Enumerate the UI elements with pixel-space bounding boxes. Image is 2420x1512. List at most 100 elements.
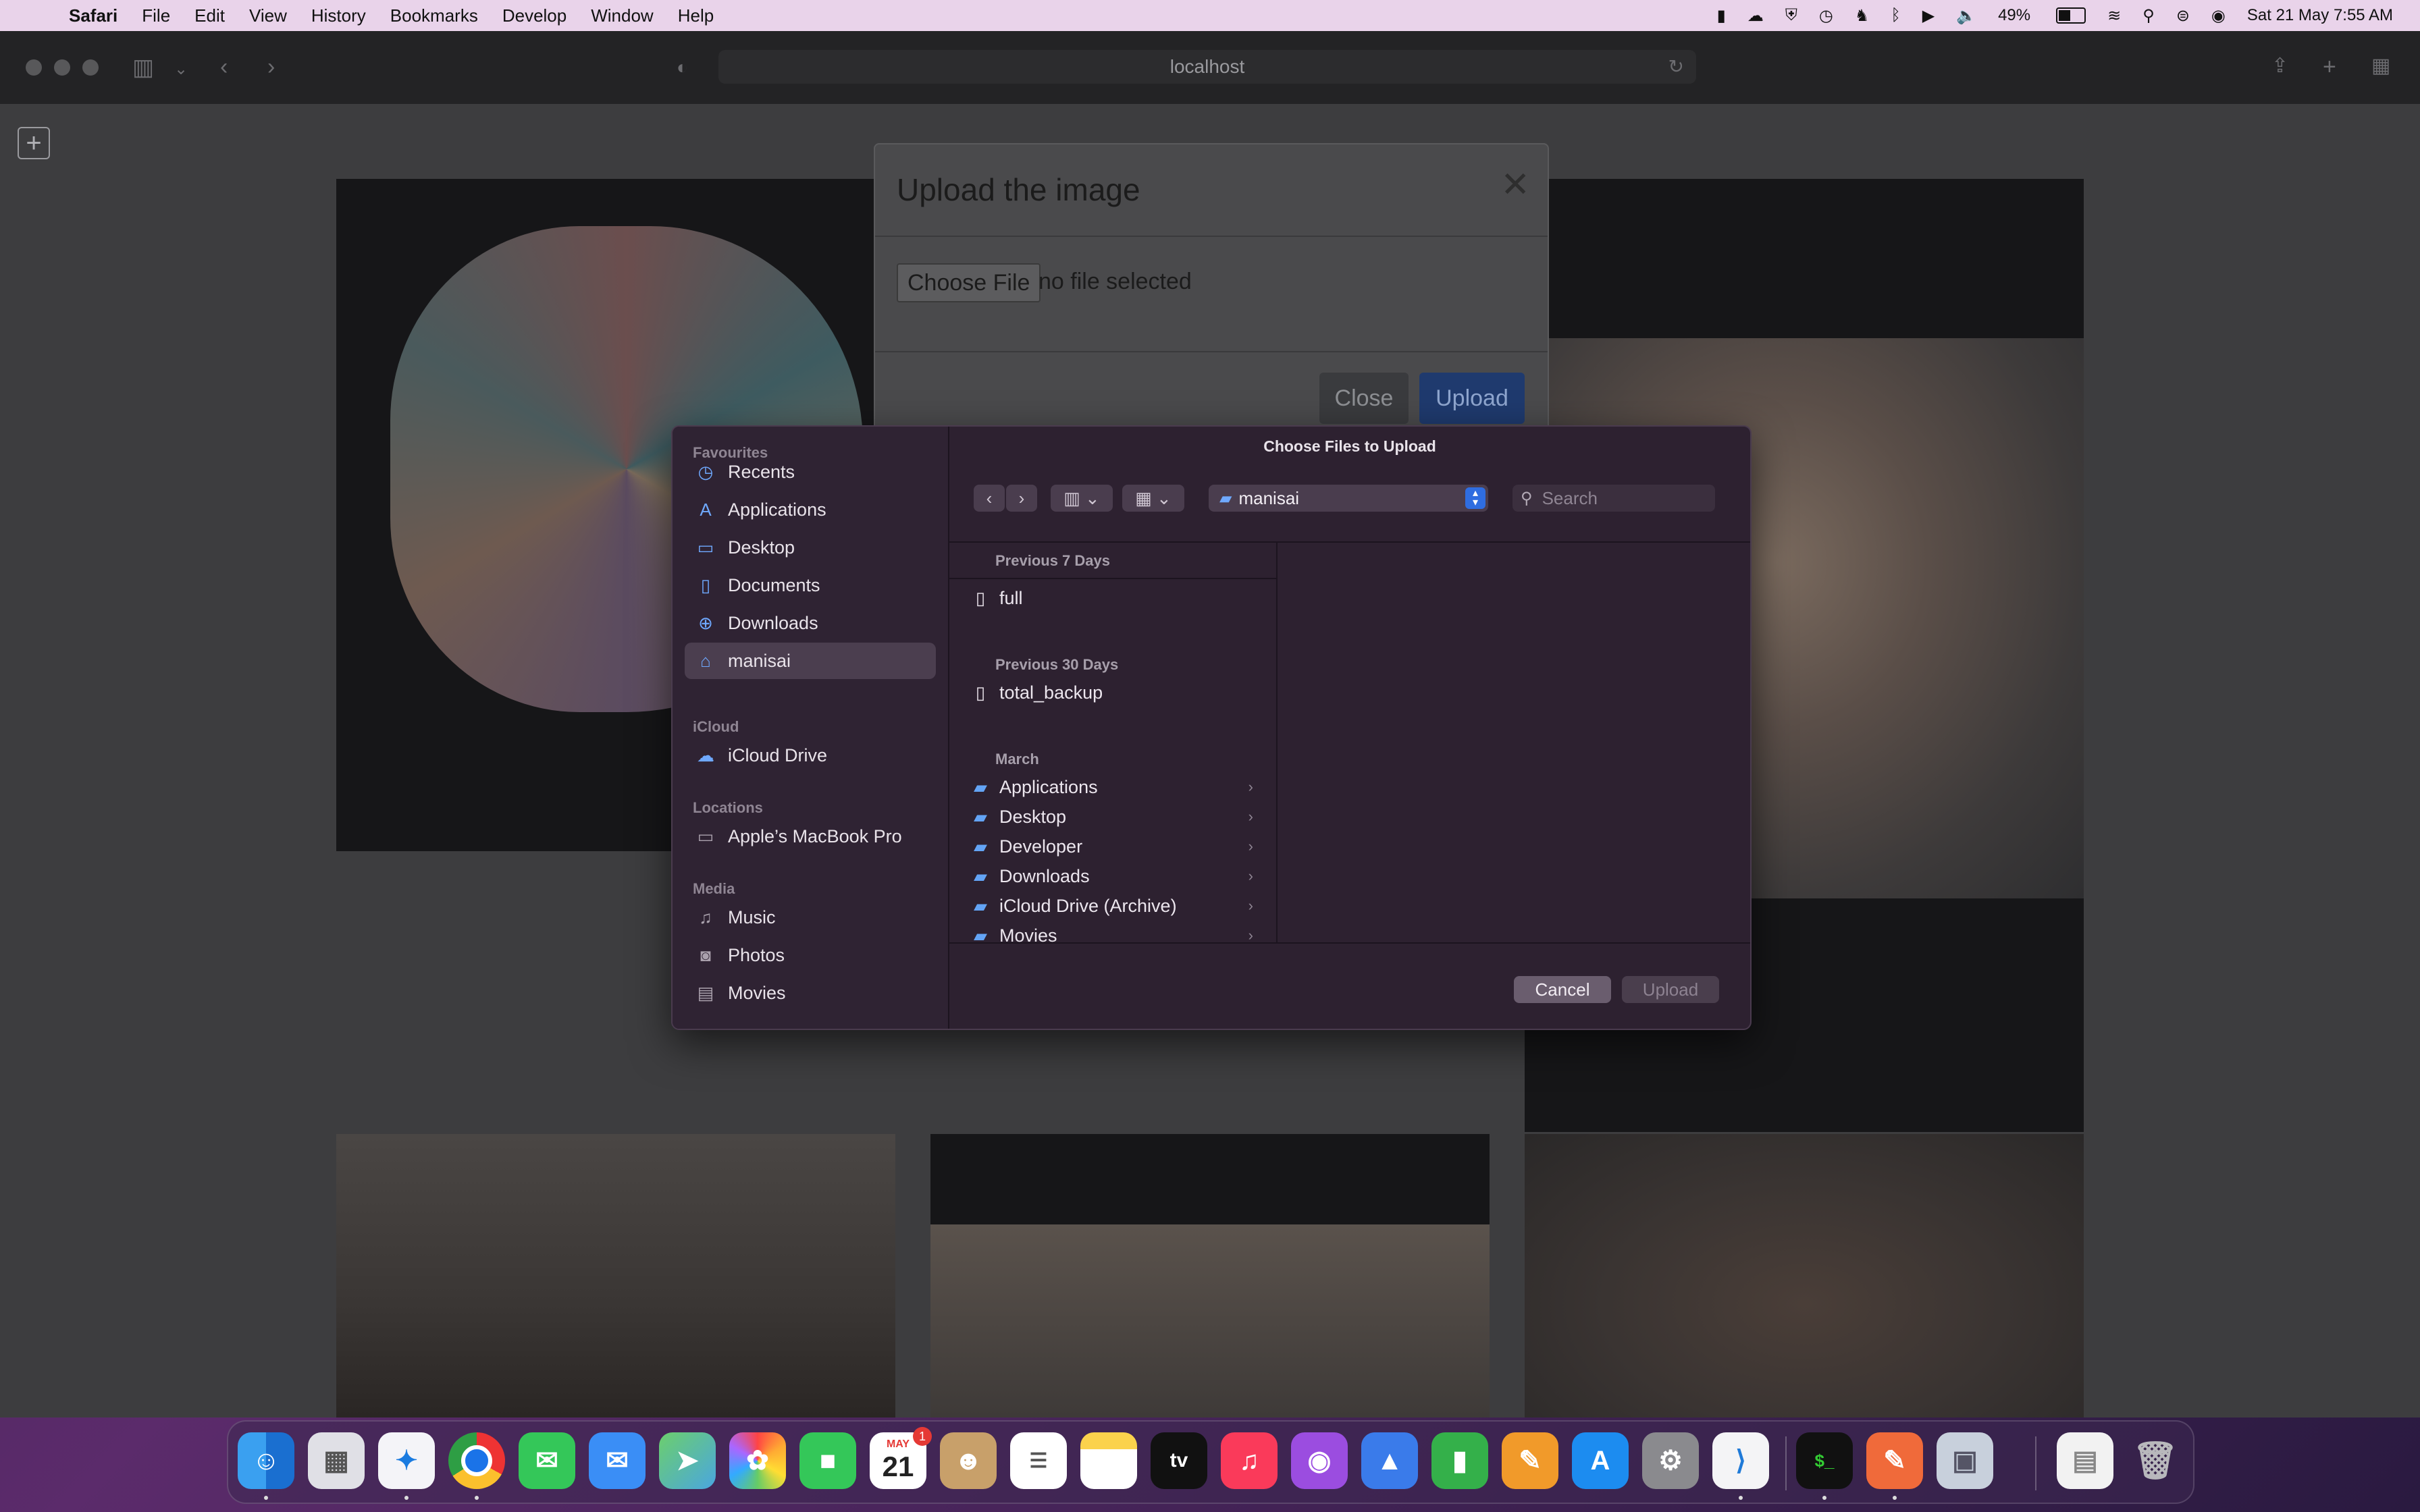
modal-close-icon[interactable]: ✕	[1500, 165, 1530, 205]
choose-file-button[interactable]: Choose File	[897, 263, 1041, 302]
pages-icon[interactable]: ✎	[1502, 1432, 1558, 1489]
chevron-down-icon[interactable]: ⌄	[174, 59, 188, 79]
numbers-icon[interactable]: ▮	[1431, 1432, 1488, 1489]
menu-bookmarks[interactable]: Bookmarks	[390, 5, 478, 26]
clock-datetime[interactable]: Sat 21 May 7:55 AM	[2247, 6, 2393, 25]
reminders-icon[interactable]: ☰	[1010, 1432, 1067, 1489]
menu-file[interactable]: File	[142, 5, 170, 26]
document-stack-icon[interactable]: ▤	[2057, 1432, 2113, 1489]
elephant-icon[interactable]: ♞	[1855, 6, 1870, 26]
music-app-icon[interactable]: ♫	[1221, 1432, 1278, 1489]
menu-develop[interactable]: Develop	[502, 5, 567, 26]
launchpad-icon[interactable]: ▦	[308, 1432, 365, 1489]
apple-menu-icon[interactable]	[26, 5, 46, 26]
file-chooser-dialog: Favourites ◷ Recents A Applications ▭ Deskt…	[671, 425, 1752, 1030]
sketch-icon[interactable]: ✎	[1866, 1432, 1923, 1489]
file-row-total-backup[interactable]: ▯ total_backup	[972, 678, 1263, 707]
trash-icon[interactable]: 🗑	[2127, 1432, 2184, 1489]
folder-row-icloud-archive[interactable]: ▰ iCloud Drive (Archive) ›	[972, 891, 1263, 921]
sidebar-item-music[interactable]: ♫ Music	[685, 899, 936, 936]
view-mode-button[interactable]: ▥ ⌄	[1051, 485, 1113, 512]
search-input[interactable]: ⚲ Search	[1512, 485, 1715, 512]
folder-row-developer[interactable]: ▰ Developer ›	[972, 832, 1263, 861]
sidebar-toggle-icon[interactable]: ▮	[1717, 6, 1726, 26]
weather-icon[interactable]: ☁	[1747, 6, 1764, 26]
photos-icon[interactable]: ✿	[729, 1432, 786, 1489]
volume-icon[interactable]: 🔈	[1956, 6, 1976, 26]
podcasts-icon[interactable]: ◉	[1291, 1432, 1348, 1489]
play-icon[interactable]: ▶	[1922, 6, 1935, 26]
shield-icon[interactable]: ⛨	[1785, 6, 1797, 25]
messages-icon[interactable]: ✉	[519, 1432, 575, 1489]
menu-help[interactable]: Help	[678, 5, 714, 26]
reload-icon[interactable]: ↻	[1668, 55, 1684, 78]
tv-icon[interactable]: tv	[1151, 1432, 1207, 1489]
contacts-icon[interactable]: ☻	[940, 1432, 997, 1489]
back-nav-button[interactable]: ‹	[974, 485, 1005, 512]
sidebar-item-macbook[interactable]: ▭ Apple’s MacBook Pro	[685, 818, 936, 855]
sidebar-item-downloads[interactable]: ⊕ Downloads	[685, 605, 936, 641]
address-bar[interactable]: localhost ↻	[718, 50, 1696, 84]
safari-icon[interactable]: ✦	[378, 1432, 435, 1489]
group-mode-button[interactable]: ▦ ⌄	[1122, 485, 1184, 512]
finder-icon[interactable]: ☺	[238, 1432, 294, 1489]
control-center-icon[interactable]: ⊜	[2176, 6, 2190, 26]
preview-icon[interactable]: ▣	[1937, 1432, 1993, 1489]
sidebar-item-documents[interactable]: ▯ Documents	[685, 567, 936, 603]
sidebar-item-applications[interactable]: A Applications	[685, 491, 936, 528]
sidebar-icon[interactable]: ▥	[132, 54, 154, 81]
tab-overview-icon[interactable]: ▦	[2371, 54, 2390, 78]
forward-nav-button[interactable]: ›	[1006, 485, 1037, 512]
add-image-button[interactable]: +	[18, 127, 50, 159]
menu-app-safari[interactable]: Safari	[69, 5, 117, 26]
new-tab-icon[interactable]: +	[2323, 54, 2336, 80]
location-popup[interactable]: ▰ manisai ▴ ▾	[1209, 485, 1488, 512]
terminal-icon[interactable]: $_	[1796, 1432, 1853, 1489]
vscode-icon[interactable]: ⟩	[1712, 1432, 1769, 1489]
sidebar-item-manisai[interactable]: ⌂ manisai	[685, 643, 936, 679]
folder-row-movies[interactable]: ▰ Movies ›	[972, 921, 1263, 943]
modal-close-button[interactable]: Close	[1319, 373, 1409, 424]
facetime-icon[interactable]: ■	[799, 1432, 856, 1489]
sidebar-item-recents[interactable]: ◷ Recents	[685, 454, 936, 490]
sidebar-item-icloud-drive[interactable]: ☁ iCloud Drive	[685, 737, 936, 774]
menu-edit[interactable]: Edit	[194, 5, 225, 26]
share-icon[interactable]: ⇪	[2271, 54, 2288, 78]
system-preferences-icon[interactable]: ⚙	[1642, 1432, 1699, 1489]
spotlight-search-icon[interactable]: ⚲	[2142, 6, 2155, 26]
wifi-icon[interactable]: ≋	[2107, 6, 2121, 26]
sidebar-item-desktop[interactable]: ▭ Desktop	[685, 529, 936, 566]
privacy-report-icon[interactable]: ◐	[677, 57, 688, 78]
battery-icon[interactable]	[2052, 7, 2086, 24]
menu-history[interactable]: History	[311, 5, 366, 26]
clock-status-icon[interactable]: ◷	[1819, 6, 1833, 26]
folder-row-applications[interactable]: ▰ Applications ›	[972, 772, 1263, 802]
close-window-button[interactable]	[26, 59, 42, 76]
keynote-icon[interactable]: ▲	[1361, 1432, 1418, 1489]
forward-icon[interactable]: ›	[267, 54, 275, 80]
notes-icon[interactable]	[1080, 1432, 1137, 1489]
bluetooth-icon[interactable]: ᛒ	[1891, 6, 1900, 25]
menu-view[interactable]: View	[249, 5, 287, 26]
zoom-window-button[interactable]	[82, 59, 99, 76]
chrome-icon[interactable]	[448, 1432, 505, 1489]
siri-icon[interactable]: ◉	[2211, 6, 2226, 26]
folder-row-downloads[interactable]: ▰ Downloads ›	[972, 861, 1263, 891]
menu-window[interactable]: Window	[591, 5, 653, 26]
sidebar-item-photos[interactable]: ◙ Photos	[685, 937, 936, 973]
modal-upload-button[interactable]: Upload	[1419, 373, 1525, 424]
file-row-full[interactable]: ▯ full	[972, 583, 1263, 613]
back-icon[interactable]: ‹	[220, 54, 228, 80]
minimize-window-button[interactable]	[54, 59, 70, 76]
upload-button[interactable]: Upload	[1622, 976, 1719, 1003]
app-store-icon[interactable]: A	[1572, 1432, 1629, 1489]
folder-row-desktop[interactable]: ▰ Desktop ›	[972, 802, 1263, 832]
cancel-button[interactable]: Cancel	[1514, 976, 1611, 1003]
gallery-image[interactable]	[1525, 1134, 2084, 1418]
mail-icon[interactable]: ✉	[589, 1432, 646, 1489]
gallery-image[interactable]	[930, 1134, 1490, 1418]
gallery-image[interactable]	[336, 1134, 895, 1418]
maps-icon[interactable]: ➤	[659, 1432, 716, 1489]
sidebar-item-movies[interactable]: ▤ Movies	[685, 975, 936, 1011]
download-icon: ⊕	[698, 612, 713, 633]
